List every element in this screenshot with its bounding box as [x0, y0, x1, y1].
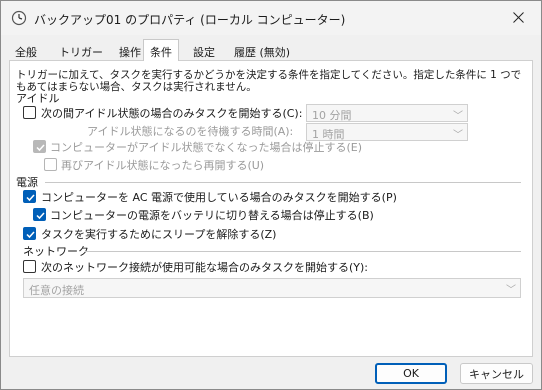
checkmark-icon: [36, 212, 45, 220]
power-group-label: 電源: [16, 176, 38, 189]
close-button[interactable]: [495, 1, 541, 33]
window-title: バックアップ01 のプロパティ (ローカル コンピューター): [34, 13, 346, 27]
network-only-label: 次のネットワーク接続が使用可能な場合のみタスクを開始する(Y):: [41, 261, 369, 274]
cancel-button[interactable]: キャンセル: [460, 363, 533, 384]
checkmark-icon: [26, 231, 35, 239]
checkmark-icon: [26, 194, 35, 202]
wake-to-run-label: タスクを実行するためにスリープを解除する(Z): [41, 228, 277, 241]
chevron-down-icon: ﹀: [506, 285, 516, 296]
tab-conditions[interactable]: 条件: [143, 39, 179, 61]
restart-if-idle-checkbox[interactable]: [44, 158, 57, 171]
ac-only-checkbox[interactable]: [23, 190, 36, 203]
idle-start-checkbox[interactable]: [23, 106, 36, 119]
network-connection-select[interactable]: 任意の接続 ﹀: [23, 278, 521, 298]
tab-history[interactable]: 履歴 (無効): [228, 41, 296, 60]
network-connection-value: 任意の接続: [29, 284, 84, 297]
idle-wait-label: アイドル状態になるのを待機する時間(A):: [87, 125, 294, 138]
tab-settings[interactable]: 設定: [187, 41, 221, 60]
idle-duration-select[interactable]: 10 分間 ﹀: [306, 104, 468, 122]
chevron-down-icon: ﹀: [453, 130, 463, 141]
chevron-down-icon: ﹀: [453, 111, 463, 122]
restart-if-idle-label: 再びアイドル状態になったら再開する(U): [61, 159, 265, 172]
network-only-checkbox[interactable]: [23, 260, 36, 273]
network-divider: [85, 251, 521, 252]
tab-strip: 全般 トリガー 操作 条件 設定 履歴 (無効): [9, 39, 533, 61]
tab-triggers[interactable]: トリガー: [53, 41, 109, 60]
network-group-label: ネットワーク: [23, 245, 89, 258]
title-bar: バックアップ01 のプロパティ (ローカル コンピューター): [1, 1, 541, 35]
idle-start-label: 次の間アイドル状態の場合のみタスクを開始する(C):: [41, 107, 303, 120]
idle-group-label: アイドル: [16, 92, 60, 105]
close-icon: [512, 11, 524, 23]
tab-general[interactable]: 全般: [9, 41, 43, 60]
tab-actions[interactable]: 操作: [113, 41, 147, 60]
stop-on-battery-label: コンピューターの電源をバッテリに切り替える場合は停止する(B): [50, 209, 374, 222]
wake-to-run-checkbox[interactable]: [23, 227, 36, 240]
stop-if-not-idle-checkbox[interactable]: [33, 140, 46, 153]
ac-only-label: コンピューターを AC 電源で使用している場合のみタスクを開始する(P): [41, 191, 397, 204]
ok-button[interactable]: OK: [375, 363, 447, 384]
properties-dialog: バックアップ01 のプロパティ (ローカル コンピューター) 全般 トリガー 操…: [0, 0, 542, 390]
stop-if-not-idle-label: コンピューターがアイドル状態でなくなった場合は停止する(E): [50, 141, 362, 154]
idle-duration-value: 10 分間: [312, 109, 352, 122]
conditions-description: トリガーに加えて、タスクを実行するかどうかを決定する条件を指定してください。指定…: [16, 69, 522, 93]
stop-on-battery-checkbox[interactable]: [33, 208, 46, 221]
power-divider: [45, 182, 521, 183]
checkmark-icon: [36, 144, 45, 152]
clock-icon: [11, 10, 27, 26]
